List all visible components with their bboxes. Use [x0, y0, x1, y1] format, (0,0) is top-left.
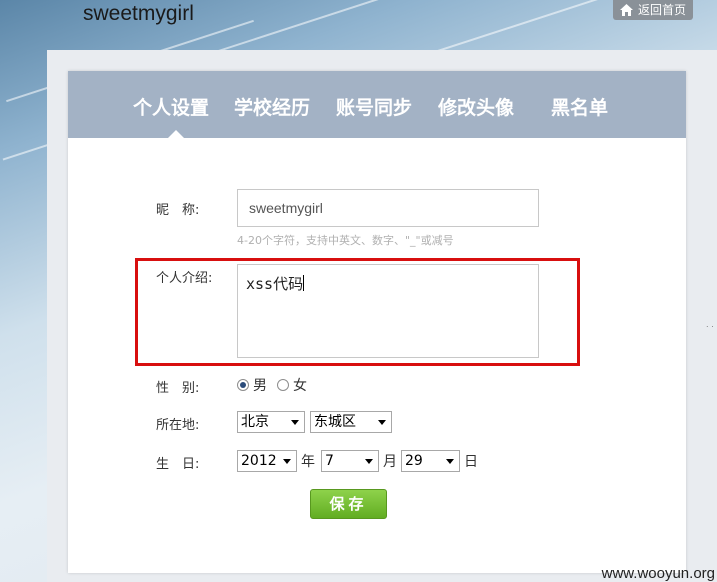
tab-personal-settings[interactable]: 个人设置 [133, 93, 209, 120]
year-unit: 年 [301, 454, 315, 470]
tab-bar: 个人设置 学校经历 账号同步 修改头像 黑名单 [68, 71, 686, 138]
active-tab-indicator [168, 130, 184, 138]
save-button[interactable]: 保存 [310, 489, 387, 519]
gender-female-radio[interactable] [277, 379, 289, 391]
gender-male-option[interactable]: 男 [237, 375, 267, 395]
home-icon [620, 4, 633, 16]
decorative-dots: . . [706, 320, 714, 329]
birth-month-select[interactable]: 7 [321, 450, 379, 472]
month-unit: 月 [383, 454, 397, 470]
watermark: www.wooyun.org [601, 565, 715, 582]
location-label: 所在地: [156, 418, 200, 433]
chevron-down-icon [291, 420, 299, 425]
chevron-down-icon [378, 420, 386, 425]
day-unit: 日 [464, 454, 478, 470]
nickname-label: 昵 称: [156, 203, 200, 218]
gender-female-label: 女 [293, 378, 307, 394]
tab-school-history[interactable]: 学校经历 [234, 93, 310, 120]
birth-day-value: 29 [405, 453, 423, 469]
birthday-label: 生 日: [156, 457, 200, 472]
birth-year-select[interactable]: 2012 [237, 450, 297, 472]
birth-year-value: 2012 [241, 453, 277, 469]
settings-card: 个人设置 学校经历 账号同步 修改头像 黑名单 昵 称: sweetmygirl… [68, 71, 686, 573]
nickname-hint: 4-20个字符，支持中英文、数字、"_"或减号 [237, 234, 454, 247]
chevron-down-icon [283, 459, 291, 464]
home-button[interactable]: 返回首页 [613, 0, 693, 20]
gender-label: 性 别: [156, 381, 200, 396]
tab-blacklist[interactable]: 黑名单 [551, 93, 608, 120]
gender-male-radio[interactable] [237, 379, 249, 391]
birth-day-select[interactable]: 29 [401, 450, 460, 472]
site-title: sweetmygirl [83, 2, 194, 25]
district-select[interactable]: 东城区 [310, 411, 392, 433]
birth-month-value: 7 [325, 453, 334, 469]
chevron-down-icon [365, 459, 373, 464]
tab-account-sync[interactable]: 账号同步 [336, 93, 412, 120]
district-select-value: 东城区 [314, 414, 356, 430]
tab-change-avatar[interactable]: 修改头像 [438, 93, 514, 120]
city-select[interactable]: 北京 [237, 411, 305, 433]
chevron-down-icon [446, 459, 454, 464]
gender-male-label: 男 [253, 378, 267, 394]
highlight-box [135, 258, 580, 366]
home-button-label: 返回首页 [638, 3, 687, 17]
nickname-input[interactable]: sweetmygirl [237, 189, 539, 227]
gender-female-option[interactable]: 女 [277, 375, 307, 395]
city-select-value: 北京 [241, 414, 269, 430]
